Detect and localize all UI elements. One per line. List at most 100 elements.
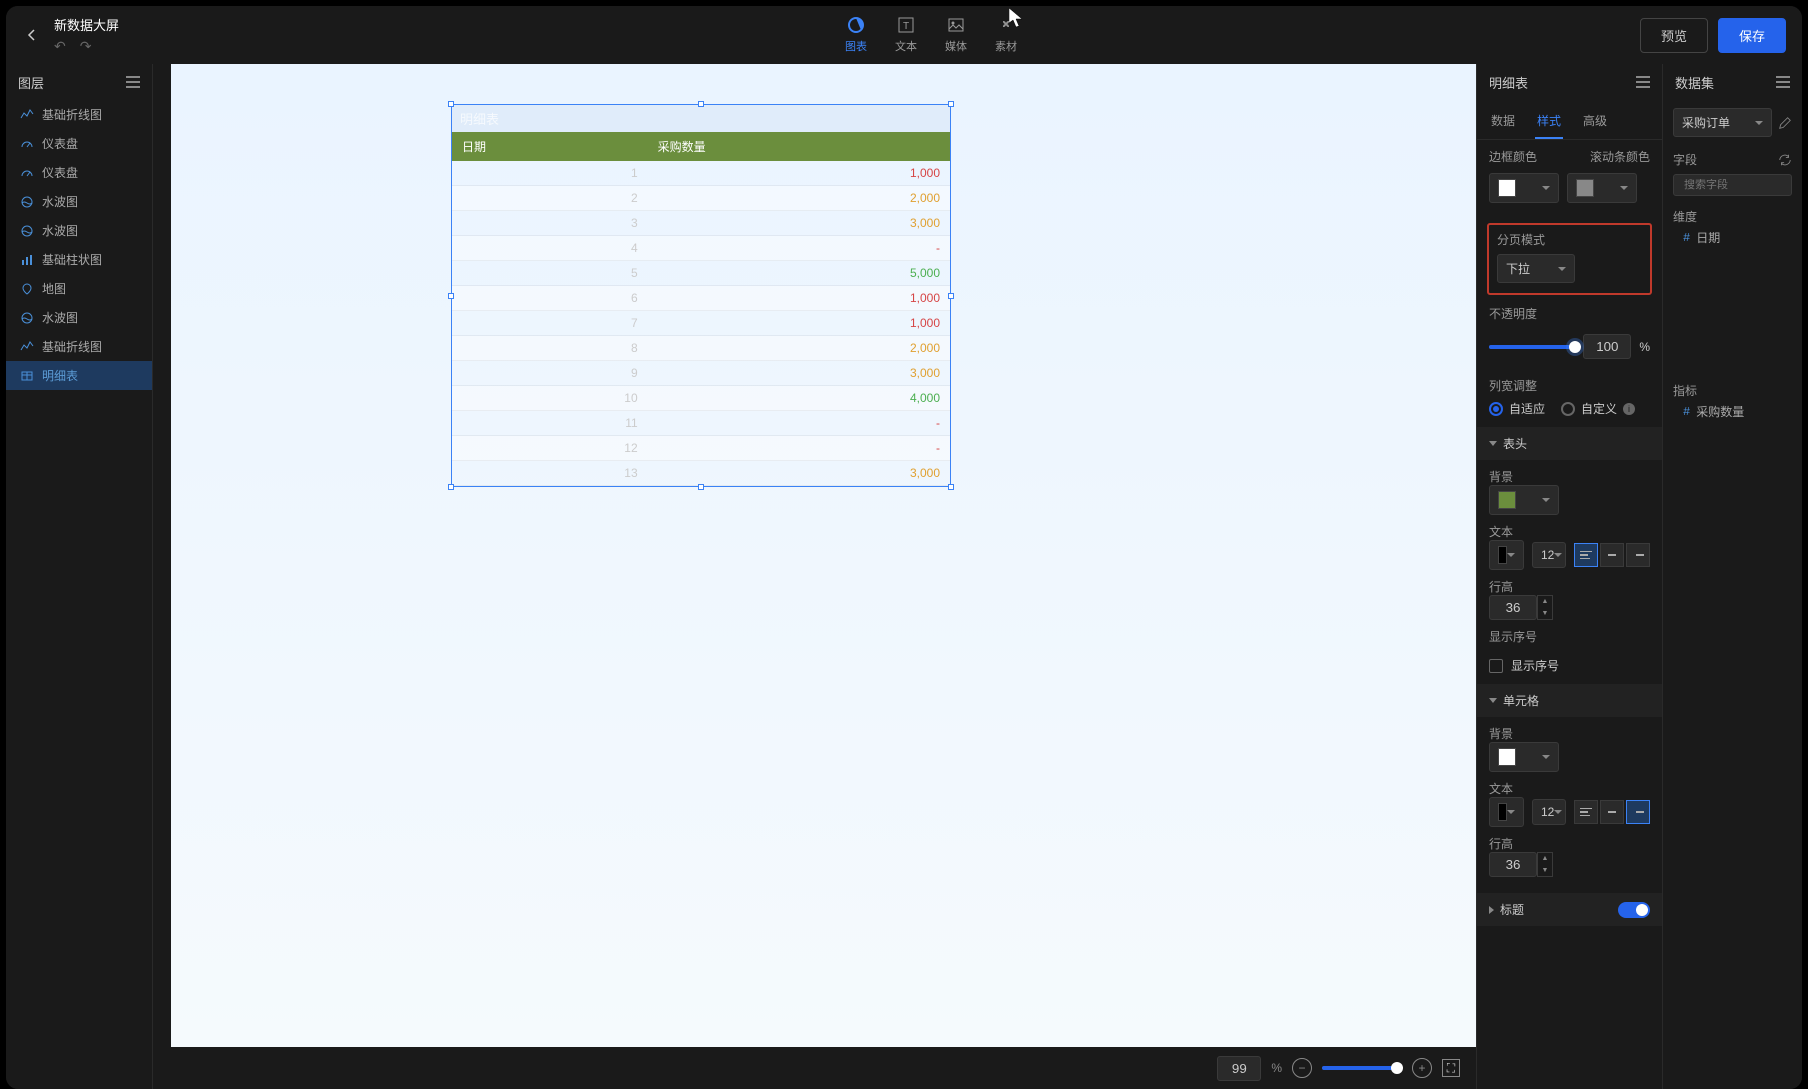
section-header-toggle[interactable]: 表头	[1477, 427, 1662, 460]
line-icon	[20, 108, 34, 122]
resize-handle-br[interactable]	[948, 484, 954, 490]
cell-lineheight-label: 行高	[1489, 835, 1650, 852]
zoom-out-button[interactable]: −	[1292, 1058, 1312, 1078]
table-row: 104,000	[452, 386, 950, 411]
fit-screen-button[interactable]: ⛶	[1442, 1059, 1460, 1077]
props-menu-icon[interactable]	[1636, 76, 1650, 88]
header-lineheight-input[interactable]	[1489, 595, 1537, 620]
table-row: 55,000	[452, 261, 950, 286]
redo-button[interactable]: ↷	[80, 38, 92, 55]
tool-text[interactable]: T文本	[895, 16, 917, 54]
layer-item-0[interactable]: 基础折线图	[6, 100, 152, 129]
header-bg-select[interactable]	[1489, 485, 1559, 515]
paging-mode-select[interactable]: 下拉	[1497, 254, 1575, 283]
zoom-in-button[interactable]: +	[1412, 1058, 1432, 1078]
gauge-icon	[20, 166, 34, 180]
cell-lineheight-input[interactable]	[1489, 852, 1537, 877]
header-align-center[interactable]	[1600, 543, 1624, 567]
field-search[interactable]	[1673, 174, 1792, 196]
resize-handle-bl[interactable]	[448, 484, 454, 490]
header-align-left[interactable]	[1574, 543, 1598, 567]
tool-material[interactable]: 素材	[995, 16, 1017, 54]
table-header: 采购数量	[648, 132, 950, 161]
stepper-up[interactable]: ▲	[1538, 596, 1552, 608]
undo-button[interactable]: ↶	[54, 38, 66, 55]
show-index-label: 显示序号	[1489, 628, 1650, 645]
table-row: 11-	[452, 411, 950, 436]
resize-handle-tr[interactable]	[948, 101, 954, 107]
preview-button[interactable]: 预览	[1640, 18, 1708, 53]
cell-align-left[interactable]	[1574, 800, 1598, 824]
metric-field[interactable]: #采购数量	[1673, 399, 1792, 424]
cell-fontsize-select[interactable]: 12	[1532, 799, 1566, 825]
header-align-right[interactable]	[1626, 543, 1650, 567]
cell-text-color-select[interactable]	[1489, 797, 1524, 827]
stepper-down[interactable]: ▼	[1538, 608, 1552, 620]
tool-chart[interactable]: 图表	[845, 16, 867, 54]
layer-item-9[interactable]: 明细表	[6, 361, 152, 390]
edit-icon[interactable]	[1778, 116, 1792, 130]
header-lineheight-label: 行高	[1489, 578, 1650, 595]
refresh-icon[interactable]	[1778, 153, 1792, 167]
header-text-color-select[interactable]	[1489, 540, 1524, 570]
border-color-label: 边框颜色	[1489, 148, 1545, 165]
prop-tab-2[interactable]: 高级	[1581, 108, 1609, 139]
layer-item-8[interactable]: 基础折线图	[6, 332, 152, 361]
resize-handle-lm[interactable]	[448, 293, 454, 299]
layer-item-5[interactable]: 基础柱状图	[6, 245, 152, 274]
document-title: 新数据大屏	[54, 15, 119, 34]
header-fontsize-select[interactable]: 12	[1532, 542, 1566, 568]
table-row: 133,000	[452, 461, 950, 486]
stepper-up-2[interactable]: ▲	[1538, 853, 1552, 865]
dataset-select[interactable]: 采购订单	[1673, 108, 1772, 137]
table-row: 33,000	[452, 211, 950, 236]
section-cell-toggle[interactable]: 单元格	[1477, 684, 1662, 717]
layer-item-2[interactable]: 仪表盘	[6, 158, 152, 187]
canvas[interactable]: 明细表 日期采购数量 11,00022,00033,0004-55,00061,…	[171, 64, 1476, 1047]
show-index-checkbox[interactable]	[1489, 659, 1503, 673]
prop-tab-0[interactable]: 数据	[1489, 108, 1517, 139]
layer-item-6[interactable]: 地图	[6, 274, 152, 303]
title-toggle[interactable]	[1618, 902, 1650, 918]
cell-text-label: 文本	[1489, 780, 1650, 797]
chart-icon	[847, 16, 865, 34]
paging-label: 分页模式	[1497, 231, 1642, 248]
cell-align-center[interactable]	[1600, 800, 1624, 824]
prop-tab-1[interactable]: 样式	[1535, 108, 1563, 139]
opacity-input[interactable]	[1583, 334, 1631, 359]
cell-bg-select[interactable]	[1489, 742, 1559, 772]
opacity-slider[interactable]	[1489, 345, 1575, 349]
bar-icon	[20, 253, 34, 267]
zoom-input[interactable]	[1217, 1056, 1261, 1081]
layer-item-4[interactable]: 水波图	[6, 216, 152, 245]
resize-handle-tm[interactable]	[698, 101, 704, 107]
layer-item-3[interactable]: 水波图	[6, 187, 152, 216]
zoom-slider[interactable]	[1322, 1066, 1402, 1070]
section-title-toggle[interactable]: 标题	[1477, 893, 1662, 926]
colwidth-custom-radio[interactable]: 自定义 i	[1561, 400, 1635, 417]
tool-media[interactable]: 媒体	[945, 16, 967, 54]
back-button[interactable]	[22, 25, 42, 45]
resize-handle-tl[interactable]	[448, 101, 454, 107]
table-header: 日期	[452, 132, 648, 161]
save-button[interactable]: 保存	[1718, 18, 1786, 53]
border-color-select[interactable]	[1489, 173, 1559, 203]
field-search-input[interactable]	[1684, 179, 1802, 191]
dataset-menu-icon[interactable]	[1776, 76, 1790, 88]
stepper-down-2[interactable]: ▼	[1538, 865, 1552, 877]
table-row: 12-	[452, 436, 950, 461]
scrollbar-color-select[interactable]	[1567, 173, 1637, 203]
dimension-field[interactable]: #日期	[1673, 225, 1792, 250]
resize-handle-bm[interactable]	[698, 484, 704, 490]
layer-item-1[interactable]: 仪表盘	[6, 129, 152, 158]
detail-table-widget[interactable]: 明细表 日期采购数量 11,00022,00033,0004-55,00061,…	[451, 104, 951, 487]
layer-item-7[interactable]: 水波图	[6, 303, 152, 332]
colwidth-auto-radio[interactable]: 自适应	[1489, 400, 1545, 417]
cell-align-right[interactable]	[1626, 800, 1650, 824]
widget-title: 明细表	[452, 105, 950, 132]
scrollbar-color-label: 滚动条颜色	[1590, 148, 1650, 165]
liquid-icon	[20, 311, 34, 325]
opacity-label: 不透明度	[1489, 307, 1537, 321]
resize-handle-rm[interactable]	[948, 293, 954, 299]
layers-menu-icon[interactable]	[126, 76, 140, 88]
